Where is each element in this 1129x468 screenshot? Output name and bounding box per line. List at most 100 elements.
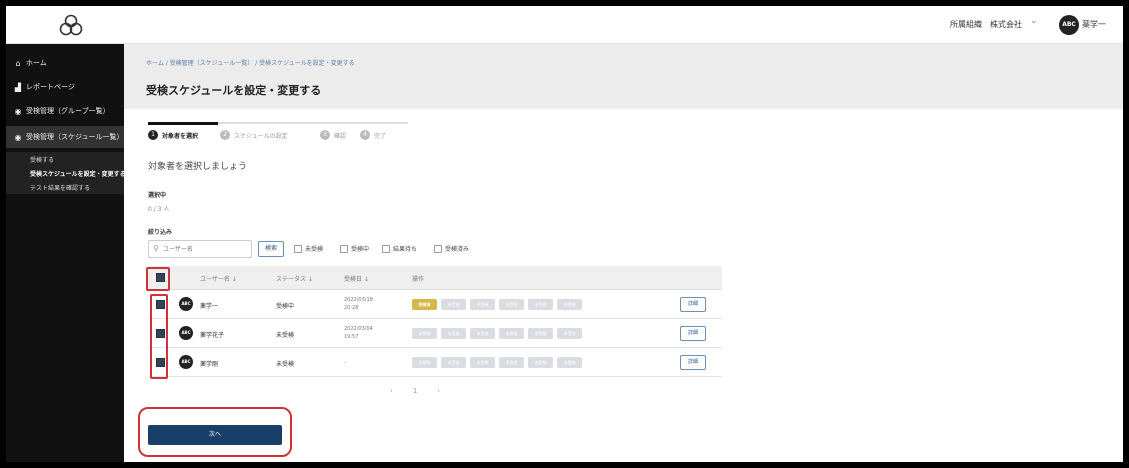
schedule-chip[interactable]: 未受検 <box>557 299 582 310</box>
date-value: 2022/03/04 <box>344 326 373 332</box>
date-value: - <box>344 360 346 366</box>
step-label: 確認 <box>334 132 347 140</box>
pagination-next[interactable]: › <box>437 387 440 395</box>
next-button[interactable]: 次へ <box>148 425 282 445</box>
schedule-chip[interactable]: 未受検 <box>557 357 582 368</box>
sidebar-item-home[interactable]: ⌂ ホーム <box>6 52 124 74</box>
schedule-chip[interactable]: 未受検 <box>470 357 495 368</box>
sidebar-item-report[interactable]: ▟ レポートページ <box>6 76 124 98</box>
schedule-chip[interactable]: 未受検 <box>412 357 437 368</box>
filter-checkbox[interactable] <box>434 244 442 253</box>
step-number: 2 <box>220 130 230 140</box>
step-3: 3 確認 <box>320 130 346 140</box>
filter-checkbox[interactable] <box>340 244 348 253</box>
step-label: 完了 <box>374 132 387 140</box>
schedule-chip[interactable]: 未受検 <box>441 328 466 339</box>
circle-icon: ◉ <box>14 132 22 142</box>
app-frame: 所属組織 株式会社 ⌄ ABC 薬学一 ⌂ ホーム ▟ レポートページ ◉ 受検… <box>6 6 1123 462</box>
detail-button[interactable]: 詳細 <box>680 355 706 370</box>
detail-button[interactable]: 詳細 <box>680 297 706 312</box>
search-input[interactable] <box>163 243 249 255</box>
highlight-select-all <box>146 267 170 291</box>
sidebar: ⌂ ホーム ▟ レポートページ ◉ 受検管理（グループ一覧） ◉ 受検管理（スケ… <box>6 44 124 462</box>
step-number: 3 <box>320 130 330 140</box>
schedule-chip[interactable]: 未受検 <box>499 299 524 310</box>
avatar: ABC <box>179 297 193 311</box>
stepper: 1 対象者を選択 2 スケジュールの設定 3 確認 4 完了 <box>148 122 408 146</box>
chevron-down-icon[interactable]: ⌄ <box>1030 16 1038 26</box>
schedule-chip[interactable]: 受検済 <box>412 299 437 310</box>
chart-icon: ▟ <box>14 82 22 92</box>
schedule-chips: 未受検 未受検 未受検 未受検 未受検 未受検 <box>412 328 582 339</box>
avatar: ABC <box>179 355 193 369</box>
pagination-prev[interactable]: ‹ <box>390 387 393 395</box>
top-header: 所属組織 株式会社 ⌄ ABC 薬学一 <box>6 6 1123 44</box>
schedule-chip[interactable]: 未受検 <box>470 328 495 339</box>
filter-label-text: 受検中 <box>351 246 370 253</box>
schedule-chip[interactable]: 未受検 <box>528 299 553 310</box>
instruction-text: 対象者を選択しましょう <box>148 162 248 172</box>
filter-label: 絞り込み <box>148 229 173 236</box>
user-name-cell: 薬学一 <box>200 303 219 310</box>
column-header-actions: 操作 <box>412 276 425 283</box>
schedule-chip[interactable]: 未受検 <box>441 299 466 310</box>
schedule-chip[interactable]: 未受検 <box>557 328 582 339</box>
detail-button[interactable]: 詳細 <box>680 326 706 341</box>
breadcrumb[interactable]: ホーム / 受検管理（スケジュール一覧） / 受検スケジュールを設定・変更する <box>146 58 355 67</box>
filter-in-progress[interactable]: 受検中 <box>340 244 369 253</box>
time-value: 19:57 <box>344 334 359 340</box>
sidebar-item-label: ホーム <box>26 59 47 67</box>
highlight-row-checkboxes <box>150 294 168 379</box>
selected-count-label: 選択中 <box>148 192 167 199</box>
schedule-chip[interactable]: 未受検 <box>528 357 553 368</box>
filter-awaiting-results[interactable]: 結果待ち <box>382 244 417 253</box>
column-header-date[interactable]: 受検日 ↓ <box>344 274 369 283</box>
sidebar-subitem-schedule[interactable]: 受検スケジュールを設定・変更する <box>6 166 124 180</box>
sidebar-item-label: 受検管理（スケジュール一覧） <box>26 133 124 141</box>
user-name-cell: 薬学剛 <box>200 361 219 368</box>
sidebar-item-group-list[interactable]: ◉ 受検管理（グループ一覧） <box>6 100 124 122</box>
schedule-chip[interactable]: 未受検 <box>499 357 524 368</box>
schedule-chip[interactable]: 未受検 <box>499 328 524 339</box>
sidebar-subitem-results[interactable]: テスト結果を確認する <box>6 180 124 194</box>
sidebar-subitem-take-test[interactable]: 受検する <box>6 152 124 166</box>
step-2: 2 スケジュールの設定 <box>220 130 288 140</box>
schedule-chip[interactable]: 未受検 <box>441 357 466 368</box>
step-label: スケジュールの設定 <box>234 132 288 140</box>
page-title: 受検スケジュールを設定・変更する <box>146 84 322 97</box>
filter-checkbox[interactable] <box>294 244 302 253</box>
schedule-chip[interactable]: 未受検 <box>528 328 553 339</box>
filter-not-taken[interactable]: 未受検 <box>294 244 323 253</box>
filter-checkbox[interactable] <box>382 244 390 253</box>
avatar: ABC <box>179 326 193 340</box>
user-name[interactable]: 薬学一 <box>1082 19 1106 30</box>
organization-name[interactable]: 所属組織 株式会社 <box>950 19 1022 30</box>
column-header-status[interactable]: ステータス ↓ <box>276 274 313 283</box>
filter-label-text: 受検済み <box>445 246 470 253</box>
user-table: ユーザー名 ↓ ステータス ↓ 受検日 ↓ 操作 ABC 薬学一 受検中 202… <box>148 266 722 377</box>
search-box[interactable]: ⚲ <box>148 240 252 258</box>
avatar[interactable]: ABC <box>1059 15 1079 35</box>
filter-label-text: 未受検 <box>305 246 324 253</box>
main-content: ホーム / 受検管理（スケジュール一覧） / 受検スケジュールを設定・変更する … <box>124 44 1123 462</box>
sidebar-item-schedule-list[interactable]: ◉ 受検管理（スケジュール一覧） <box>6 126 124 148</box>
table-row: ABC 薬学剛 未受検 - 未受検 未受検 未受検 未受検 未受検 未受検 詳細 <box>148 348 722 377</box>
date-value: 2022/03/18 <box>344 297 373 303</box>
date-cell: 2022/03/18 20:28 <box>344 296 373 312</box>
page-header: ホーム / 受検管理（スケジュール一覧） / 受検スケジュールを設定・変更する … <box>124 44 1123 109</box>
schedule-chip[interactable]: 未受検 <box>470 299 495 310</box>
search-button[interactable]: 検索 <box>258 241 284 257</box>
schedule-chip[interactable]: 未受検 <box>412 328 437 339</box>
user-name-cell: 薬学花子 <box>200 332 225 339</box>
time-value: 20:28 <box>344 305 359 311</box>
date-cell: - <box>344 359 346 367</box>
table-row: ABC 薬学一 受検中 2022/03/18 20:28 受検済 未受検 未受検 … <box>148 290 722 319</box>
column-header-name[interactable]: ユーザー名 ↓ <box>200 274 237 283</box>
status-cell: 受検中 <box>276 303 295 310</box>
pagination-page[interactable]: 1 <box>413 387 417 395</box>
home-icon: ⌂ <box>15 58 21 68</box>
logo-icon[interactable] <box>58 13 84 39</box>
filter-completed[interactable]: 受検済み <box>434 244 469 253</box>
search-icon: ⚲ <box>153 244 159 253</box>
sidebar-item-label: レポートページ <box>26 83 75 91</box>
